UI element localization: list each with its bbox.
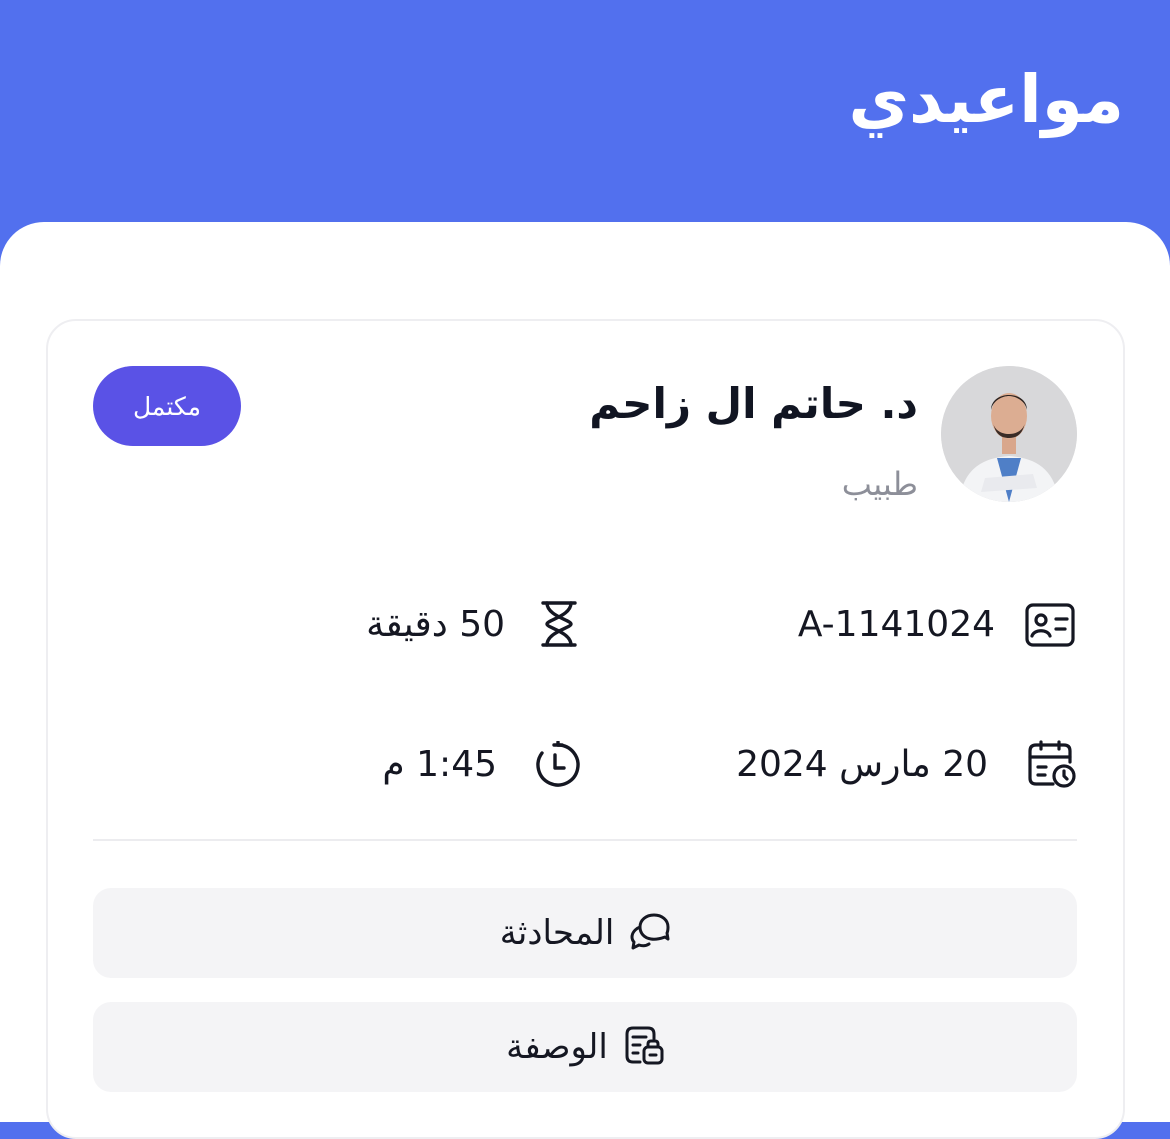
appointment-time: 1:45 م bbox=[382, 744, 497, 785]
chat-bubble-icon bbox=[630, 912, 670, 954]
prescription-button[interactable]: الوصفة bbox=[93, 1002, 1077, 1092]
appointment-code: A-1141024 bbox=[797, 604, 995, 645]
prescription-label: الوصفة bbox=[506, 1027, 608, 1067]
chat-button[interactable]: المحادثة bbox=[93, 888, 1077, 978]
chat-label: المحادثة bbox=[499, 913, 615, 953]
status-badge: مكتمل bbox=[93, 366, 241, 446]
header-bar: مواعيدي bbox=[0, 0, 1170, 260]
divider bbox=[93, 839, 1077, 841]
calendar-clock-icon bbox=[1027, 740, 1077, 790]
prescription-icon bbox=[624, 1025, 664, 1069]
doctor-name: د. حاتم ال زاحم bbox=[589, 379, 918, 428]
hourglass-icon bbox=[540, 600, 578, 648]
appointment-date: 20 مارس 2024 bbox=[736, 744, 988, 785]
page-title: مواعيدي bbox=[848, 61, 1124, 138]
appointment-duration: 50 دقيقة bbox=[366, 604, 505, 645]
clock-icon bbox=[534, 741, 582, 789]
doctor-role: طبيب bbox=[841, 465, 918, 503]
doctor-avatar bbox=[941, 366, 1077, 502]
id-card-icon bbox=[1025, 603, 1075, 647]
